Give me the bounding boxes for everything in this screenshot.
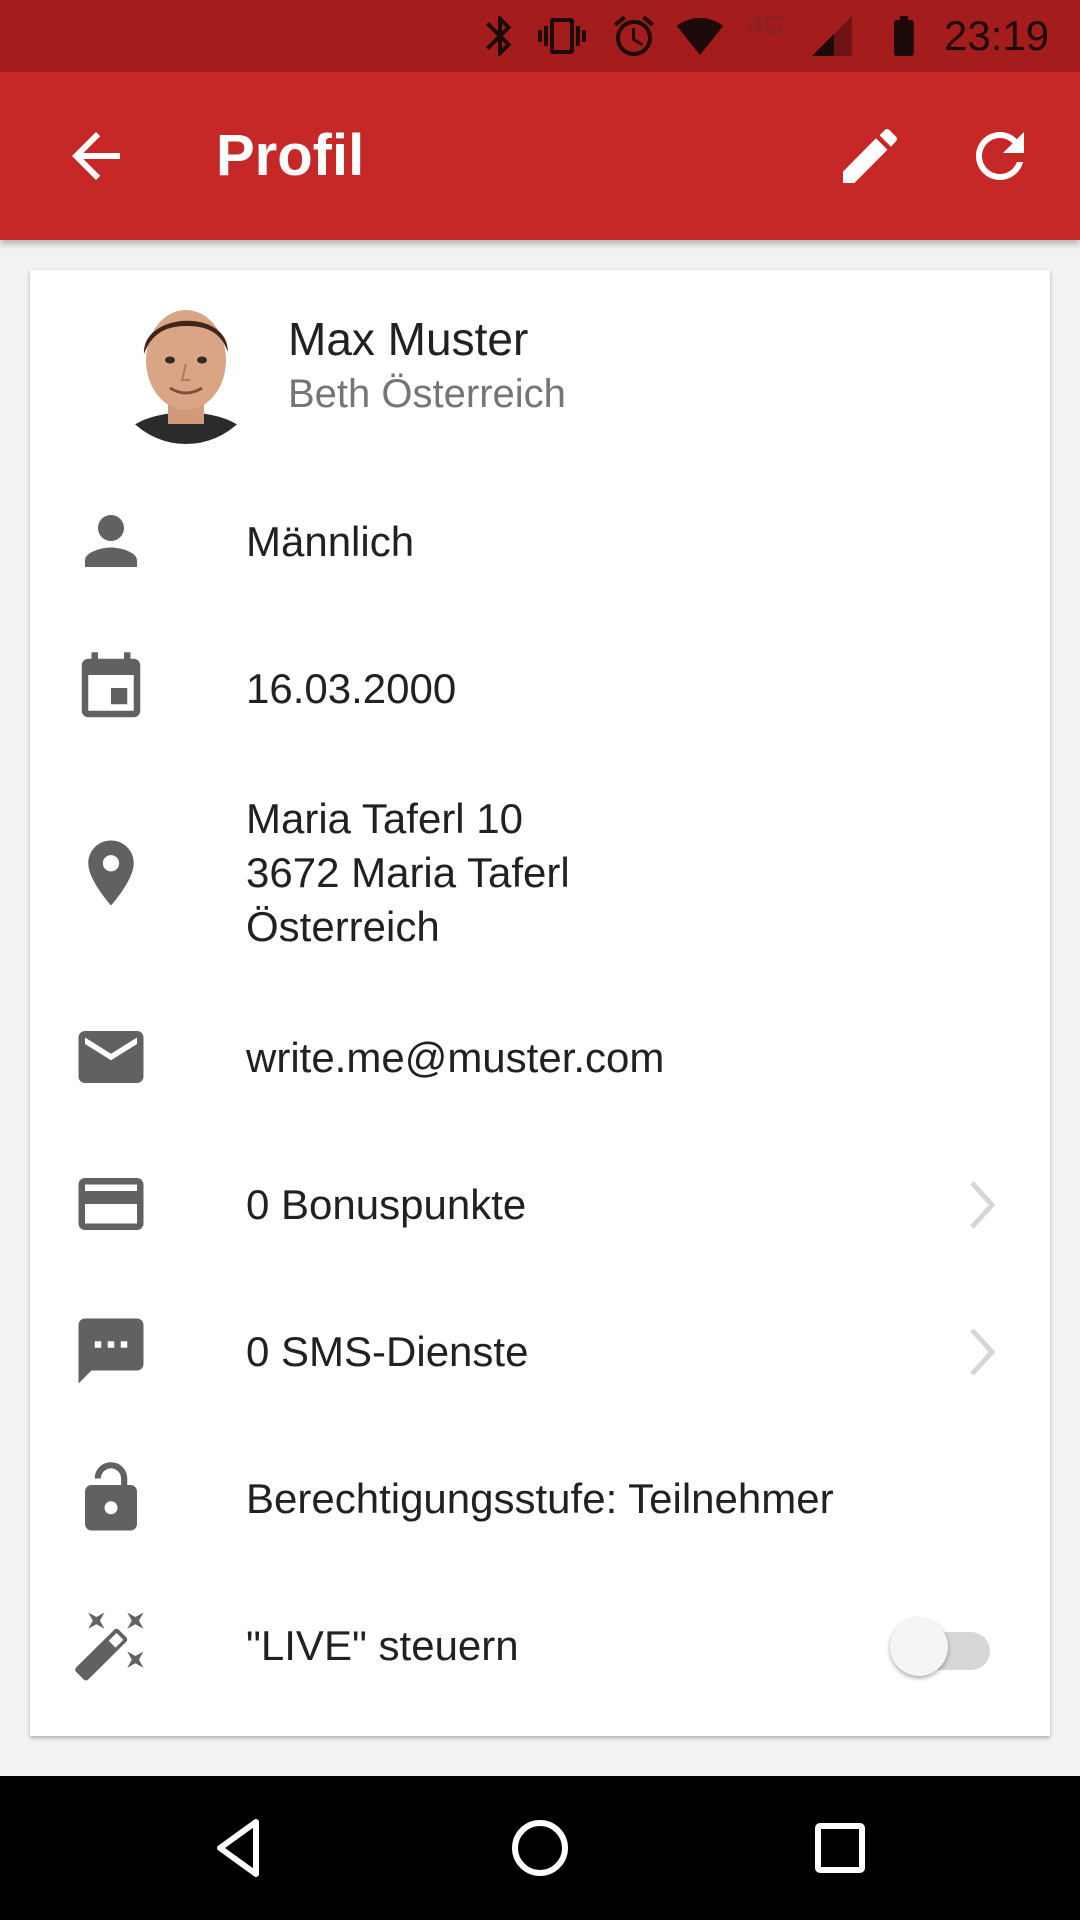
alarm-icon bbox=[610, 12, 658, 60]
navigation-bar bbox=[0, 1776, 1080, 1920]
calendar-event-icon bbox=[72, 649, 150, 727]
sms-message-icon bbox=[72, 1312, 150, 1390]
address-country: Österreich bbox=[246, 903, 440, 950]
email-value: write.me@muster.com bbox=[246, 1033, 665, 1081]
birthdate-row: 16.03.2000 bbox=[30, 615, 1050, 762]
wifi-icon bbox=[676, 12, 724, 60]
address-street: Maria Taferl 10 bbox=[246, 795, 524, 842]
bonus-points-value: 0 Bonuspunkte bbox=[246, 1180, 527, 1228]
address-row: Maria Taferl 10 3672 Maria Taferl Österr… bbox=[30, 762, 1050, 984]
email-row: write.me@muster.com bbox=[30, 984, 1050, 1131]
page-title: Profil bbox=[216, 123, 365, 188]
profile-organization: Beth Österreich bbox=[288, 372, 566, 416]
address-city: 3672 Maria Taferl bbox=[246, 849, 570, 896]
bonus-points-row[interactable]: 0 Bonuspunkte bbox=[30, 1131, 1050, 1278]
lock-open-icon bbox=[72, 1459, 150, 1537]
network-type-label: 4G bbox=[748, 9, 784, 40]
address-value: Maria Taferl 10 3672 Maria Taferl Österr… bbox=[246, 792, 570, 954]
person-icon bbox=[72, 502, 150, 580]
chevron-right-icon bbox=[962, 1322, 1002, 1382]
status-bar: 4G 23:19 bbox=[0, 0, 1080, 72]
signal-icon bbox=[808, 12, 856, 60]
live-control-toggle[interactable] bbox=[890, 1614, 1002, 1678]
gender-value: Männlich bbox=[246, 517, 415, 565]
location-pin-icon bbox=[72, 834, 150, 912]
credit-card-icon bbox=[72, 1165, 150, 1243]
edit-pencil-icon[interactable] bbox=[834, 120, 906, 192]
permission-level-row: Berechtigungsstufe: Teilnehmer bbox=[30, 1425, 1050, 1572]
permission-level-value: Berechtigungsstufe: Teilnehmer bbox=[246, 1474, 834, 1522]
live-control-row: "LIVE" steuern bbox=[30, 1572, 1050, 1719]
avatar bbox=[108, 282, 264, 444]
clock-time: 23:19 bbox=[944, 12, 1050, 59]
magic-wand-icon bbox=[72, 1606, 150, 1684]
gender-row: Männlich bbox=[30, 468, 1050, 615]
back-arrow-icon[interactable] bbox=[60, 120, 132, 192]
sms-services-row[interactable]: 0 SMS-Dienste bbox=[30, 1278, 1050, 1425]
toggle-thumb bbox=[890, 1617, 948, 1676]
recents-square-icon[interactable] bbox=[804, 1812, 876, 1884]
back-triangle-icon[interactable] bbox=[204, 1812, 276, 1884]
sms-services-value: 0 SMS-Dienste bbox=[246, 1327, 529, 1375]
profile-name: Max Muster bbox=[288, 313, 529, 365]
battery-icon bbox=[880, 12, 928, 60]
bluetooth-icon bbox=[476, 12, 524, 60]
home-circle-icon[interactable] bbox=[504, 1812, 576, 1884]
vibrate-icon bbox=[538, 12, 586, 60]
live-control-label: "LIVE" steuern bbox=[246, 1621, 519, 1669]
profile-card: Max Muster Beth Österreich Männlich 16.0… bbox=[30, 270, 1050, 1736]
email-icon bbox=[72, 1018, 150, 1096]
refresh-icon[interactable] bbox=[964, 120, 1036, 192]
chevron-right-icon bbox=[962, 1175, 1002, 1235]
birthdate-value: 16.03.2000 bbox=[246, 664, 457, 712]
app-bar: Profil bbox=[0, 72, 1080, 240]
